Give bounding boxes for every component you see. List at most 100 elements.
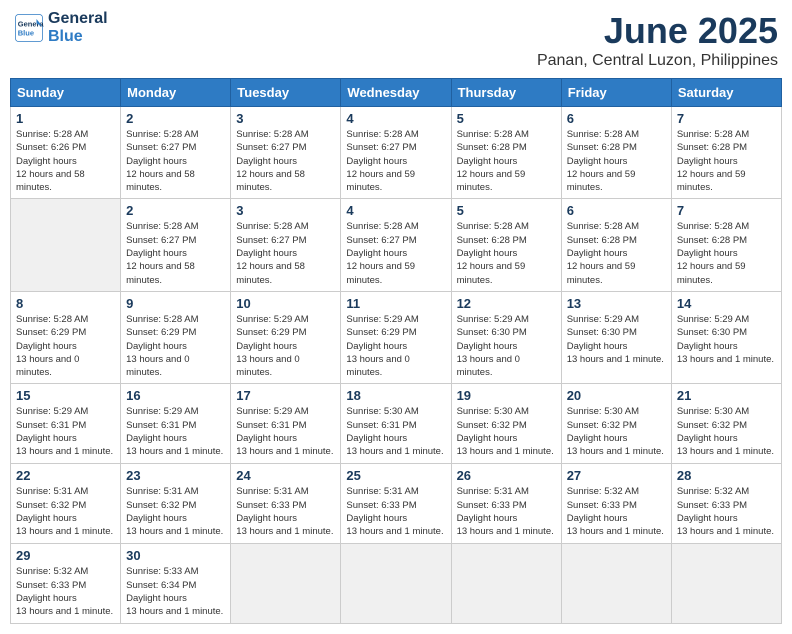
day-info: Sunrise: 5:31 AM Sunset: 6:33 PM Dayligh…	[236, 485, 335, 538]
day-info: Sunrise: 5:28 AM Sunset: 6:29 PM Dayligh…	[16, 313, 115, 379]
day-number: 30	[126, 548, 225, 563]
day-number: 15	[16, 388, 115, 403]
svg-text:Blue: Blue	[18, 28, 34, 37]
day-info: Sunrise: 5:30 AM Sunset: 6:31 PM Dayligh…	[346, 405, 445, 458]
day-number: 24	[236, 468, 335, 483]
day-info: Sunrise: 5:28 AM Sunset: 6:27 PM Dayligh…	[126, 128, 225, 194]
calendar-cell: 5 Sunrise: 5:28 AM Sunset: 6:28 PM Dayli…	[451, 199, 561, 291]
calendar-cell: 18 Sunrise: 5:30 AM Sunset: 6:31 PM Dayl…	[341, 384, 451, 464]
day-number: 28	[677, 468, 776, 483]
calendar-cell: 21 Sunrise: 5:30 AM Sunset: 6:32 PM Dayl…	[671, 384, 781, 464]
day-info: Sunrise: 5:31 AM Sunset: 6:32 PM Dayligh…	[16, 485, 115, 538]
day-info: Sunrise: 5:29 AM Sunset: 6:31 PM Dayligh…	[16, 405, 115, 458]
calendar-cell: 29 Sunrise: 5:32 AM Sunset: 6:33 PM Dayl…	[11, 544, 121, 623]
calendar-cell: 10 Sunrise: 5:29 AM Sunset: 6:29 PM Dayl…	[231, 291, 341, 383]
calendar-cell: 12 Sunrise: 5:29 AM Sunset: 6:30 PM Dayl…	[451, 291, 561, 383]
calendar-cell: 23 Sunrise: 5:31 AM Sunset: 6:32 PM Dayl…	[121, 464, 231, 544]
day-info: Sunrise: 5:31 AM Sunset: 6:33 PM Dayligh…	[457, 485, 556, 538]
calendar-cell: 15 Sunrise: 5:29 AM Sunset: 6:31 PM Dayl…	[11, 384, 121, 464]
day-number: 14	[677, 296, 776, 311]
calendar-table: Sunday Monday Tuesday Wednesday Thursday…	[10, 78, 782, 624]
day-number: 19	[457, 388, 556, 403]
day-number: 6	[567, 111, 666, 126]
calendar-cell	[341, 544, 451, 623]
day-info: Sunrise: 5:30 AM Sunset: 6:32 PM Dayligh…	[567, 405, 666, 458]
day-info: Sunrise: 5:28 AM Sunset: 6:27 PM Dayligh…	[346, 220, 445, 286]
day-number: 7	[677, 111, 776, 126]
day-number: 6	[567, 203, 666, 218]
calendar-cell: 1 Sunrise: 5:28 AM Sunset: 6:26 PM Dayli…	[11, 107, 121, 199]
header-saturday: Saturday	[671, 79, 781, 107]
logo-text-line2: Blue	[48, 28, 108, 46]
calendar-cell: 20 Sunrise: 5:30 AM Sunset: 6:32 PM Dayl…	[561, 384, 671, 464]
calendar-cell	[451, 544, 561, 623]
day-info: Sunrise: 5:30 AM Sunset: 6:32 PM Dayligh…	[677, 405, 776, 458]
day-number: 27	[567, 468, 666, 483]
week-row-3: 8 Sunrise: 5:28 AM Sunset: 6:29 PM Dayli…	[11, 291, 782, 383]
calendar-cell: 4 Sunrise: 5:28 AM Sunset: 6:27 PM Dayli…	[341, 107, 451, 199]
calendar-cell: 3 Sunrise: 5:28 AM Sunset: 6:27 PM Dayli…	[231, 199, 341, 291]
calendar-cell: 3 Sunrise: 5:28 AM Sunset: 6:27 PM Dayli…	[231, 107, 341, 199]
day-number: 3	[236, 203, 335, 218]
day-info: Sunrise: 5:29 AM Sunset: 6:30 PM Dayligh…	[457, 313, 556, 379]
calendar-cell: 11 Sunrise: 5:29 AM Sunset: 6:29 PM Dayl…	[341, 291, 451, 383]
day-info: Sunrise: 5:33 AM Sunset: 6:34 PM Dayligh…	[126, 565, 225, 618]
day-number: 21	[677, 388, 776, 403]
calendar-cell: 6 Sunrise: 5:28 AM Sunset: 6:28 PM Dayli…	[561, 199, 671, 291]
calendar-cell: 16 Sunrise: 5:29 AM Sunset: 6:31 PM Dayl…	[121, 384, 231, 464]
day-number: 18	[346, 388, 445, 403]
day-number: 13	[567, 296, 666, 311]
calendar-cell: 27 Sunrise: 5:32 AM Sunset: 6:33 PM Dayl…	[561, 464, 671, 544]
day-number: 10	[236, 296, 335, 311]
day-info: Sunrise: 5:28 AM Sunset: 6:27 PM Dayligh…	[236, 220, 335, 286]
day-number: 22	[16, 468, 115, 483]
week-row-6: 29 Sunrise: 5:32 AM Sunset: 6:33 PM Dayl…	[11, 544, 782, 623]
day-number: 26	[457, 468, 556, 483]
day-number: 11	[346, 296, 445, 311]
day-number: 16	[126, 388, 225, 403]
day-info: Sunrise: 5:28 AM Sunset: 6:26 PM Dayligh…	[16, 128, 115, 194]
day-info: Sunrise: 5:29 AM Sunset: 6:30 PM Dayligh…	[677, 313, 776, 366]
day-info: Sunrise: 5:32 AM Sunset: 6:33 PM Dayligh…	[567, 485, 666, 538]
header-sunday: Sunday	[11, 79, 121, 107]
day-info: Sunrise: 5:29 AM Sunset: 6:30 PM Dayligh…	[567, 313, 666, 366]
header-tuesday: Tuesday	[231, 79, 341, 107]
calendar-cell: 30 Sunrise: 5:33 AM Sunset: 6:34 PM Dayl…	[121, 544, 231, 623]
day-info: Sunrise: 5:29 AM Sunset: 6:31 PM Dayligh…	[126, 405, 225, 458]
day-info: Sunrise: 5:28 AM Sunset: 6:27 PM Dayligh…	[126, 220, 225, 286]
day-info: Sunrise: 5:30 AM Sunset: 6:32 PM Dayligh…	[457, 405, 556, 458]
day-info: Sunrise: 5:29 AM Sunset: 6:31 PM Dayligh…	[236, 405, 335, 458]
day-info: Sunrise: 5:29 AM Sunset: 6:29 PM Dayligh…	[236, 313, 335, 379]
week-row-2: 2 Sunrise: 5:28 AM Sunset: 6:27 PM Dayli…	[11, 199, 782, 291]
day-number: 4	[346, 111, 445, 126]
day-number: 23	[126, 468, 225, 483]
day-info: Sunrise: 5:28 AM Sunset: 6:28 PM Dayligh…	[567, 220, 666, 286]
day-number: 7	[677, 203, 776, 218]
calendar-cell: 13 Sunrise: 5:29 AM Sunset: 6:30 PM Dayl…	[561, 291, 671, 383]
weekday-header-row: Sunday Monday Tuesday Wednesday Thursday…	[11, 79, 782, 107]
calendar-cell: 2 Sunrise: 5:28 AM Sunset: 6:27 PM Dayli…	[121, 199, 231, 291]
calendar-cell: 24 Sunrise: 5:31 AM Sunset: 6:33 PM Dayl…	[231, 464, 341, 544]
calendar-cell: 26 Sunrise: 5:31 AM Sunset: 6:33 PM Dayl…	[451, 464, 561, 544]
calendar-cell: 28 Sunrise: 5:32 AM Sunset: 6:33 PM Dayl…	[671, 464, 781, 544]
day-info: Sunrise: 5:28 AM Sunset: 6:28 PM Dayligh…	[567, 128, 666, 194]
day-number: 20	[567, 388, 666, 403]
day-number: 2	[126, 203, 225, 218]
calendar-cell: 22 Sunrise: 5:31 AM Sunset: 6:32 PM Dayl…	[11, 464, 121, 544]
day-number: 2	[126, 111, 225, 126]
location-title: Panan, Central Luzon, Philippines	[537, 52, 778, 70]
title-area: June 2025 Panan, Central Luzon, Philippi…	[537, 10, 778, 70]
day-number: 17	[236, 388, 335, 403]
day-number: 5	[457, 203, 556, 218]
day-info: Sunrise: 5:28 AM Sunset: 6:29 PM Dayligh…	[126, 313, 225, 379]
week-row-4: 15 Sunrise: 5:29 AM Sunset: 6:31 PM Dayl…	[11, 384, 782, 464]
day-number: 25	[346, 468, 445, 483]
header-wednesday: Wednesday	[341, 79, 451, 107]
calendar-cell: 19 Sunrise: 5:30 AM Sunset: 6:32 PM Dayl…	[451, 384, 561, 464]
calendar-cell: 8 Sunrise: 5:28 AM Sunset: 6:29 PM Dayli…	[11, 291, 121, 383]
day-number: 8	[16, 296, 115, 311]
calendar-cell	[561, 544, 671, 623]
month-title: June 2025	[537, 10, 778, 52]
day-number: 3	[236, 111, 335, 126]
day-number: 5	[457, 111, 556, 126]
